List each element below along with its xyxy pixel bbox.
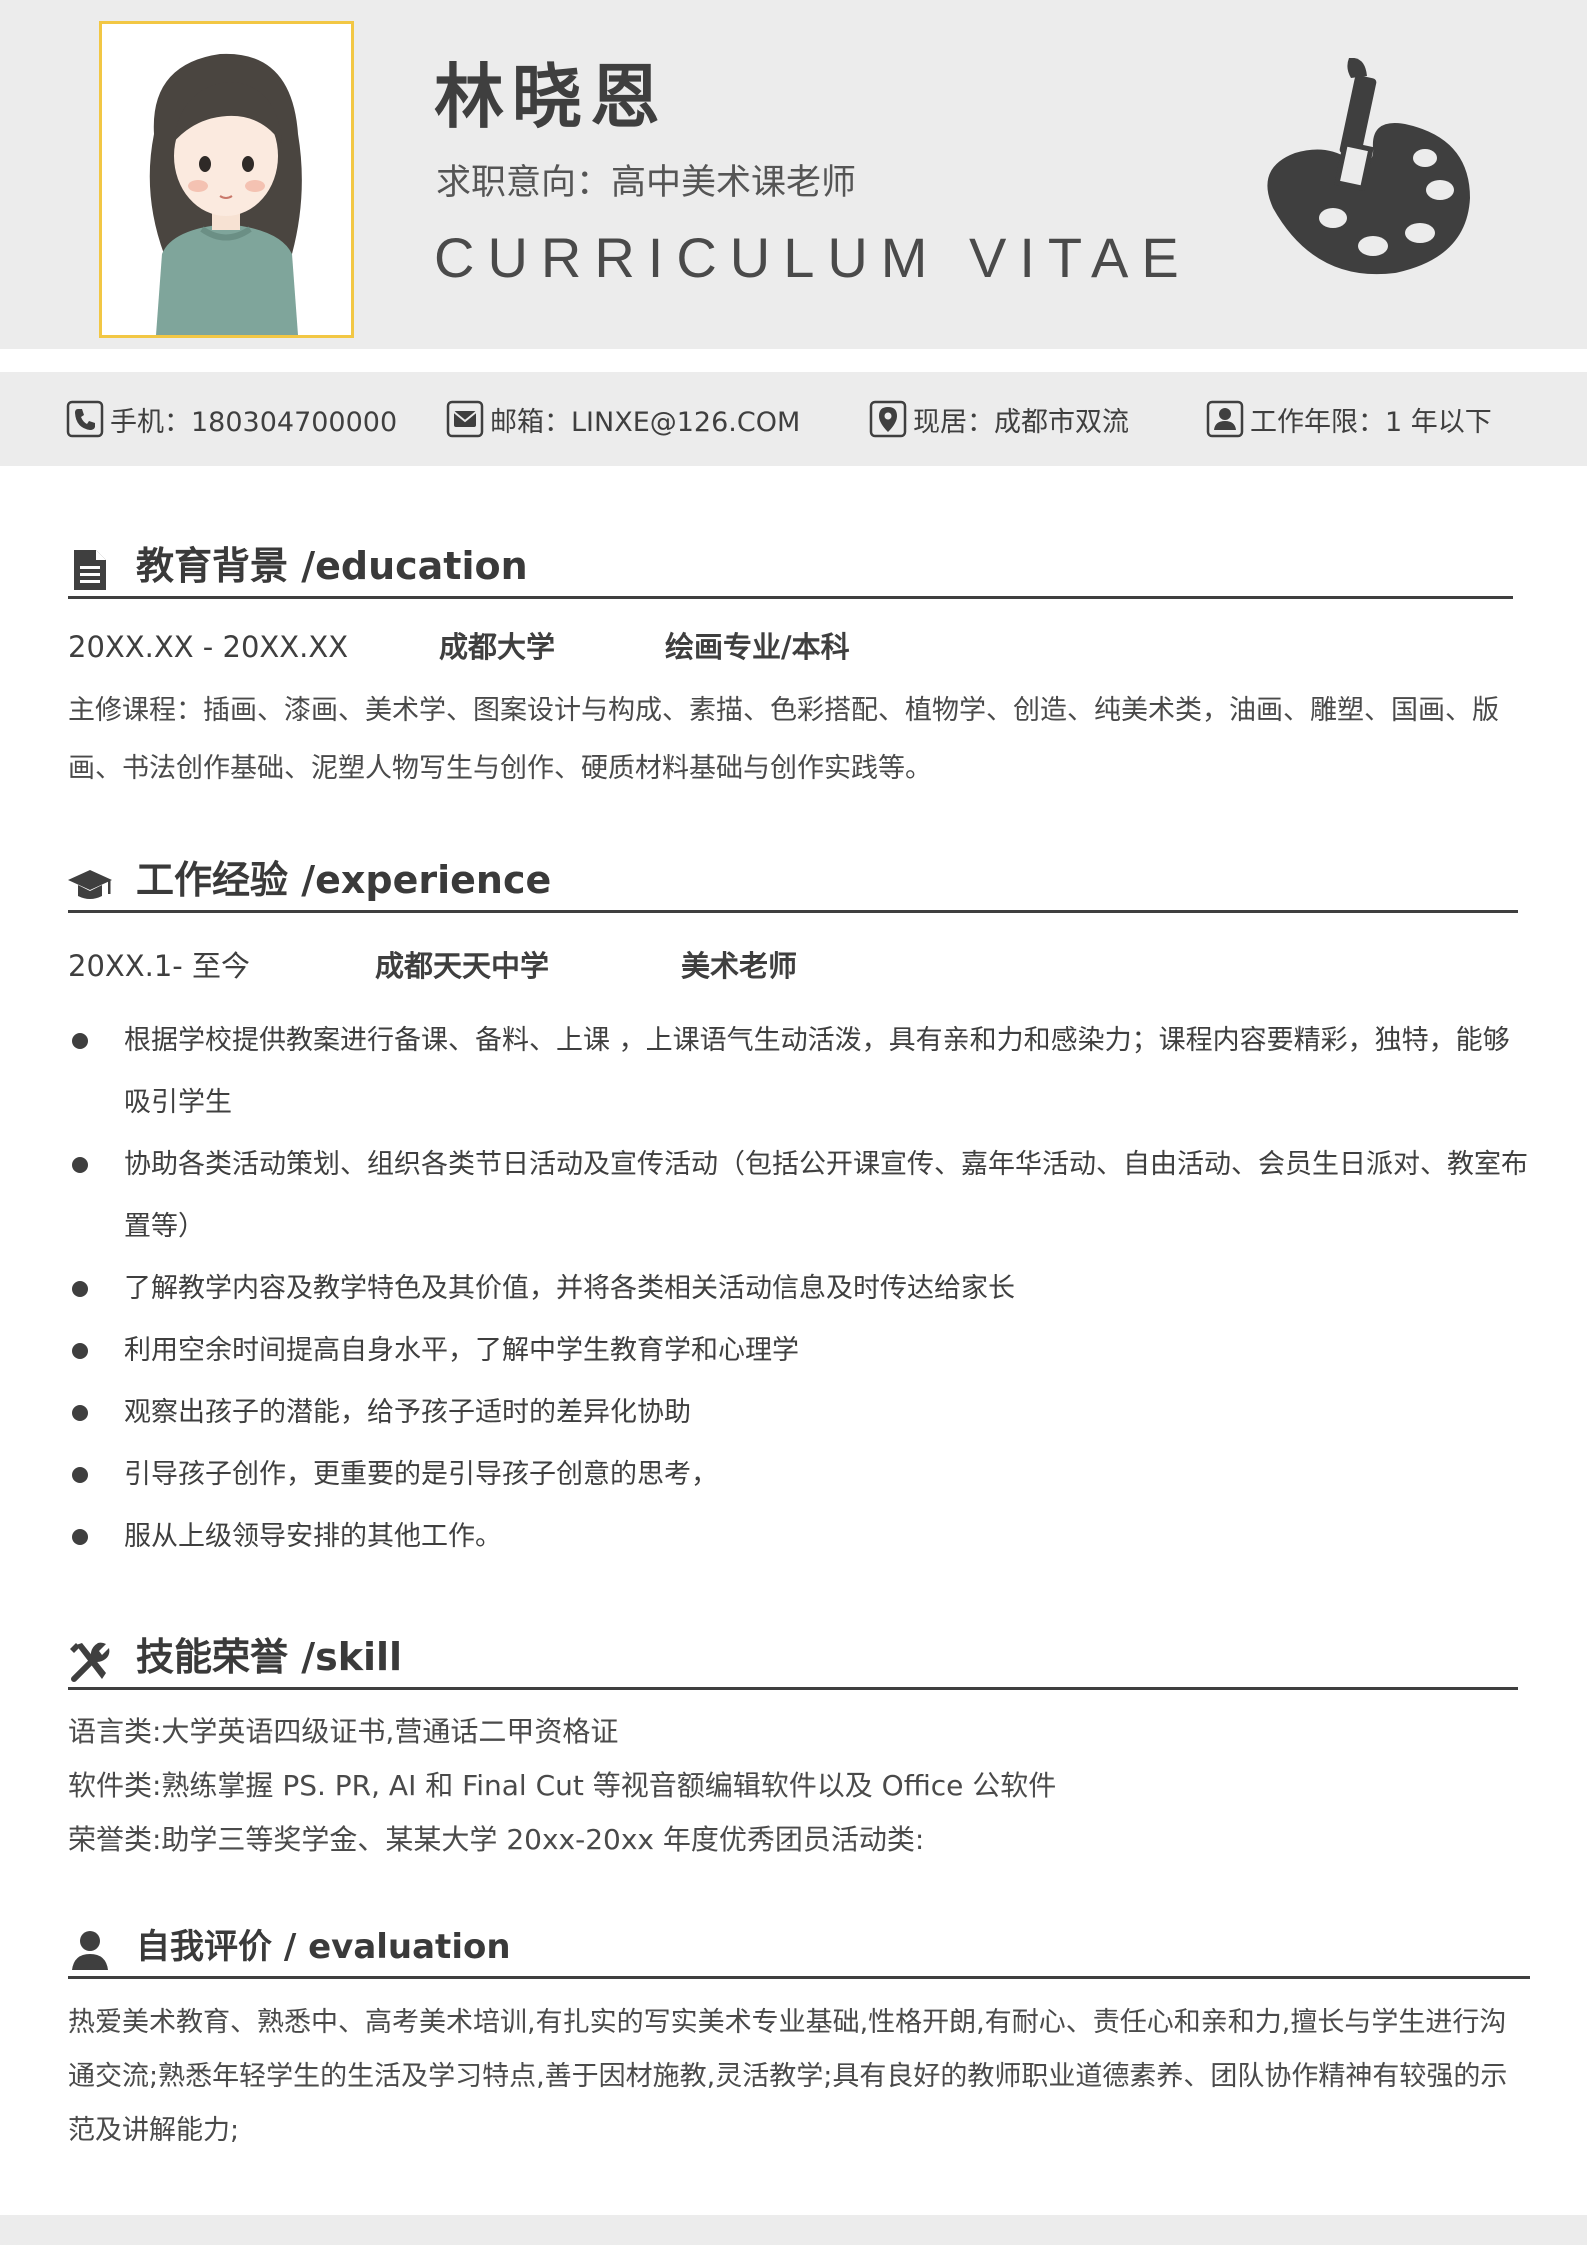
location-text: 现居：成都市双流: [913, 406, 1129, 438]
skill-honors: 荣誉类:助学三等奖学金、某某大学 20xx-20xx 年度优秀团员活动类:: [68, 1823, 925, 1856]
list-item: 观察出孩子的潜能，给予孩子适时的差异化协助: [68, 1382, 1528, 1444]
cv-title: CURRICULUM VITAE: [434, 226, 1192, 289]
user-icon: [1206, 400, 1244, 438]
section-evaluation-title: 自我评价 / evaluation: [136, 1927, 511, 1967]
contact-email: 邮箱：LINXE@126.COM: [446, 399, 800, 439]
skill-software: 软件类:熟练掌握 PS. PR, AI 和 Final Cut 等视音额编辑软件…: [68, 1769, 1057, 1802]
person-icon: [72, 1931, 108, 1970]
list-item: 服从上级领导安排的其他工作。: [68, 1506, 1528, 1568]
paint-palette-icon: [1267, 58, 1470, 275]
section-education-title: 教育背景 /education: [136, 544, 528, 588]
graduation-cap-icon: [68, 870, 112, 899]
section-evaluation-header: 自我评价 / evaluation: [68, 1920, 1530, 1979]
experience-period: 20XX.1- 至今: [68, 949, 250, 983]
section-skill-title: 技能荣誉 /skill: [136, 1635, 403, 1679]
avatar-illustration: [102, 24, 351, 335]
education-major: 绘画专业/本科: [665, 630, 850, 664]
resume-header: 林晓恩 求职意向：高中美术课老师 CURRICULUM VITAE: [0, 0, 1587, 349]
bullet-dot: [72, 1343, 88, 1359]
section-skill-header: 技能荣誉 /skill: [68, 1631, 1518, 1690]
experience-position: 美术老师: [681, 949, 798, 983]
work-years-text: 工作年限：1 年以下: [1250, 406, 1492, 438]
mail-icon: [446, 400, 484, 438]
footer-bar: [0, 2215, 1587, 2245]
bullet-dot: [72, 1033, 88, 1049]
list-item: 引导孩子创作，更重要的是引导孩子创意的思考，: [68, 1444, 1528, 1506]
evaluation-text: 热爱美术教育、熟悉中、高考美术培训,有扎实的写实美术专业基础,性格开朗,有耐心、…: [68, 2007, 1508, 2146]
bullet-dot: [72, 1281, 88, 1297]
candidate-name: 林晓恩: [434, 56, 668, 138]
experience-company: 成都天天中学: [375, 949, 550, 983]
section-experience-title: 工作经验 /experience: [136, 858, 552, 902]
phone-text: 手机：180304700000: [110, 406, 398, 438]
resume-page: 林晓恩 求职意向：高中美术课老师 CURRICULUM VITAE 手机：180…: [0, 0, 1587, 2245]
education-school: 成都大学: [439, 630, 556, 664]
job-objective: 求职意向：高中美术课老师: [436, 163, 857, 203]
location-icon: [869, 400, 907, 438]
bullet-dot: [72, 1157, 88, 1173]
skill-language: 语言类:大学英语四级证书,营通话二甲资格证: [68, 1715, 619, 1748]
bullet-dot: [72, 1467, 88, 1483]
email-text: 邮箱：LINXE@126.COM: [490, 406, 801, 438]
tools-icon: [70, 1642, 110, 1682]
contact-phone: 手机：180304700000: [66, 399, 397, 439]
contact-bar: 手机：180304700000 邮箱：LINXE@126.COM 现居：成都市双…: [0, 372, 1587, 466]
list-item: 根据学校提供教案进行备课、备料、上课 ，上课语气生动活泼，具有亲和力和感染力；课…: [68, 1010, 1528, 1134]
education-courses: 主修课程：插画、漆画、美术学、图案设计与构成、素描、色彩搭配、植物学、创造、纯美…: [68, 695, 1499, 784]
list-item: 协助各类活动策划、组织各类节日活动及宣传活动（包括公开课宣传、嘉年华活动、自由活…: [68, 1134, 1528, 1258]
bullet-dot: [72, 1405, 88, 1421]
bullet-dot: [72, 1529, 88, 1545]
avatar: [99, 21, 354, 338]
document-icon: [74, 550, 106, 590]
education-period: 20XX.XX - 20XX.XX: [68, 630, 349, 664]
contact-location: 现居：成都市双流: [869, 399, 1129, 439]
experience-list: 根据学校提供教案进行备课、备料、上课 ，上课语气生动活泼，具有亲和力和感染力；课…: [68, 1010, 1528, 1568]
contact-work-years: 工作年限：1 年以下: [1206, 399, 1492, 439]
section-experience-header: 工作经验 /experience: [68, 854, 1518, 913]
list-item: 利用空余时间提高自身水平，了解中学生教育学和心理学: [68, 1320, 1528, 1382]
phone-icon: [66, 400, 104, 438]
list-item: 了解教学内容及教学特色及其价值，并将各类相关活动信息及时传达给家长: [68, 1258, 1528, 1320]
section-education-header: 教育背景 /education: [68, 540, 1513, 599]
